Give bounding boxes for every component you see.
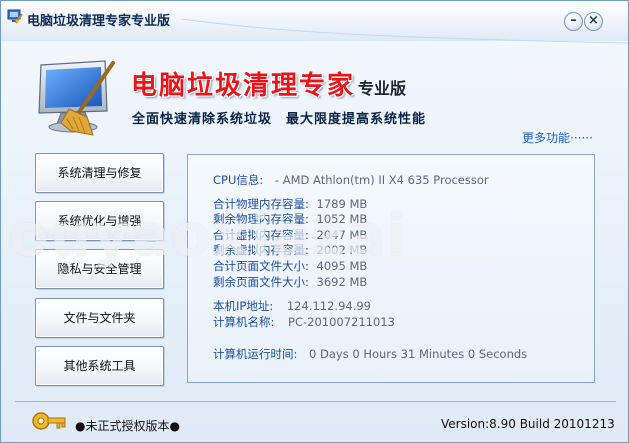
page-total-value: 4095 MB: [316, 259, 368, 273]
total-physical-value: 1789 MB: [316, 197, 368, 211]
close-button[interactable]: ×: [584, 12, 603, 31]
free-virtual-value: 2002 MB: [316, 243, 368, 257]
info-row-ip: 本机IP地址: 124.112.94.99: [213, 299, 371, 313]
minimize-button[interactable]: –: [564, 12, 583, 31]
brand-edition: 专业版: [358, 79, 407, 98]
key-icon[interactable]: [31, 409, 67, 435]
page-total-label: 合计页面文件大小:: [213, 259, 309, 273]
nav-privacy-security-button[interactable]: 隐私与安全管理: [35, 249, 164, 289]
more-features-link[interactable]: 更多功能······: [522, 129, 593, 146]
close-icon: ×: [588, 13, 599, 28]
page-free-label: 剩余页面文件大小:: [213, 275, 309, 289]
info-row-computer-name: 计算机名称: PC-201007211013: [213, 315, 395, 329]
ip-label: 本机IP地址:: [213, 299, 274, 313]
nav-system-optimize-button[interactable]: 系统优化与增强: [35, 201, 164, 241]
cpu-value: - AMD Athlon(tm) II X4 635 Processor: [274, 173, 489, 187]
license-status: ●未正式授权版本●: [75, 419, 180, 433]
main-window: 电脑垃圾清理专家专业版 – × 电脑垃圾清理专家 专业版 全面快速清除系统垃圾 …: [0, 0, 629, 443]
total-virtual-value: 2047 MB: [316, 228, 368, 242]
free-physical-value: 1052 MB: [316, 212, 368, 226]
app-icon: [7, 9, 23, 24]
info-row-cpu: CPU信息: - AMD Athlon(tm) II X4 635 Proces…: [213, 173, 489, 187]
computer-name-label: 计算机名称:: [213, 315, 275, 329]
total-virtual-label: 合计虚拟内存容量:: [213, 228, 309, 242]
free-virtual-label: 剩余虚拟内存容量:: [213, 243, 309, 257]
nav-other-tools-button[interactable]: 其他系统工具: [35, 346, 164, 386]
info-row-free-physical: 剩余物理内存容量: 1052 MB: [213, 212, 367, 226]
uptime-label: 计算机运行时间:: [213, 347, 298, 361]
system-info-panel: CPU信息: - AMD Athlon(tm) II X4 635 Proces…: [187, 154, 595, 383]
brand-title: 电脑垃圾清理专家: [131, 71, 356, 101]
version-text: Version:8.90 Build 20101213: [441, 417, 615, 431]
footer-divider: [15, 401, 616, 402]
title-bar[interactable]: 电脑垃圾清理专家专业版 – ×: [1, 1, 628, 44]
brand-slogan: 全面快速清除系统垃圾 最大限度提高系统性能: [132, 112, 427, 127]
nav-system-clean-repair-button[interactable]: 系统清理与修复: [35, 153, 164, 193]
info-row-page-free: 剩余页面文件大小: 3692 MB: [213, 275, 367, 289]
info-row-free-virtual: 剩余虚拟内存容量: 2002 MB: [213, 243, 367, 257]
info-row-total-physical: 合计物理内存容量: 1789 MB: [213, 197, 367, 211]
total-physical-label: 合计物理内存容量:: [213, 197, 309, 211]
uptime-value: 0 Days 0 Hours 31 Minutes 0 Seconds: [309, 347, 528, 361]
info-row-uptime: 计算机运行时间: 0 Days 0 Hours 31 Minutes 0 Sec…: [213, 347, 527, 361]
ip-value: 124.112.94.99: [286, 299, 371, 313]
nav-files-folders-button[interactable]: 文件与文件夹: [35, 298, 164, 338]
page-free-value: 3692 MB: [316, 275, 368, 289]
monitor-broom-icon: [38, 60, 115, 136]
computer-name-value: PC-201007211013: [288, 315, 395, 329]
minimize-icon: –: [570, 13, 577, 28]
info-row-page-total: 合计页面文件大小: 4095 MB: [213, 259, 367, 273]
free-physical-label: 剩余物理内存容量:: [213, 212, 309, 226]
window-title: 电脑垃圾清理专家专业版: [27, 14, 171, 29]
cpu-label: CPU信息:: [213, 173, 264, 187]
info-row-total-virtual: 合计虚拟内存容量: 2047 MB: [213, 228, 367, 242]
